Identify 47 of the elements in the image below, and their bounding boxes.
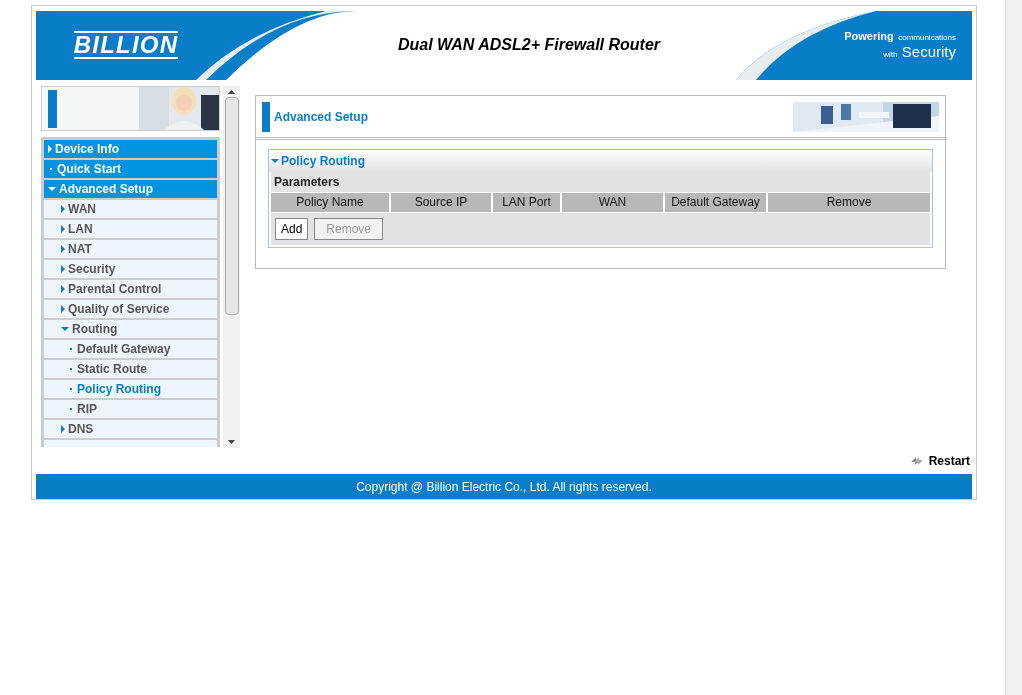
sidebar-item[interactable]: Routing [44, 319, 217, 338]
sidebar-item[interactable]: LAN [44, 219, 217, 238]
column-header: Remove [768, 192, 930, 212]
collapsed-arrow-icon [61, 224, 65, 233]
sidebar-item[interactable]: WAN [44, 199, 217, 218]
tagline-text: Powering [844, 30, 894, 43]
column-header: Default Gateway [665, 192, 766, 212]
collapsed-arrow-icon [61, 264, 65, 273]
column-header: WAN [562, 192, 663, 212]
section-header[interactable]: Policy Routing [269, 149, 932, 172]
accent-bar [262, 101, 270, 132]
column-header: LAN Port [493, 192, 560, 212]
scrollbar[interactable] [223, 85, 240, 449]
expanded-arrow-icon [48, 186, 56, 191]
tagline-text: communications [898, 33, 956, 43]
expanded-arrow-icon [271, 158, 279, 163]
scroll-up-icon[interactable] [228, 89, 235, 94]
add-button[interactable]: Add [275, 217, 309, 240]
collapsed-arrow-icon [61, 244, 65, 253]
copyright-text: Copyright @ Billion Electric Co., Ltd. All rights reserved. [356, 478, 652, 496]
collapsed-arrow-icon [61, 304, 65, 313]
collapsed-arrow-icon [61, 284, 65, 293]
section-subtitle: Parameters [274, 173, 340, 191]
restart-link[interactable]: Restart [928, 452, 970, 471]
sidebar-item[interactable]: RIP [44, 399, 217, 418]
sidebar-item[interactable]: Policy Routing [44, 379, 217, 398]
logo: BILLION [73, 31, 179, 60]
expanded-arrow-icon [61, 326, 69, 331]
collapsed-arrow-icon [61, 424, 65, 433]
tagline-text: with [883, 50, 898, 60]
column-header: Policy Name [271, 192, 389, 212]
sidebar-item[interactable]: Security [44, 259, 217, 278]
sidebar-item[interactable]: Static Route [44, 359, 217, 378]
sidebar-item[interactable]: Default Gateway [44, 339, 217, 358]
tagline-text: Security [901, 43, 956, 61]
collapsed-arrow-icon [48, 144, 52, 153]
sidebar-item[interactable]: Parental Control [44, 279, 217, 298]
scrollbar[interactable] [1005, 0, 1022, 695]
scroll-down-icon[interactable] [228, 440, 235, 445]
accent-bar [48, 89, 57, 128]
page-title: Advanced Setup [274, 108, 369, 126]
window-title: Dual WAN ADSL2+ Firewall Router [397, 36, 661, 54]
sidebar-item[interactable]: NAT [44, 239, 217, 258]
collapsed-arrow-icon [61, 204, 65, 213]
sidebar-item[interactable]: DNS [44, 419, 217, 438]
column-header: Source IP [391, 192, 491, 212]
sidebar-item[interactable]: Quality of Service [44, 299, 217, 318]
